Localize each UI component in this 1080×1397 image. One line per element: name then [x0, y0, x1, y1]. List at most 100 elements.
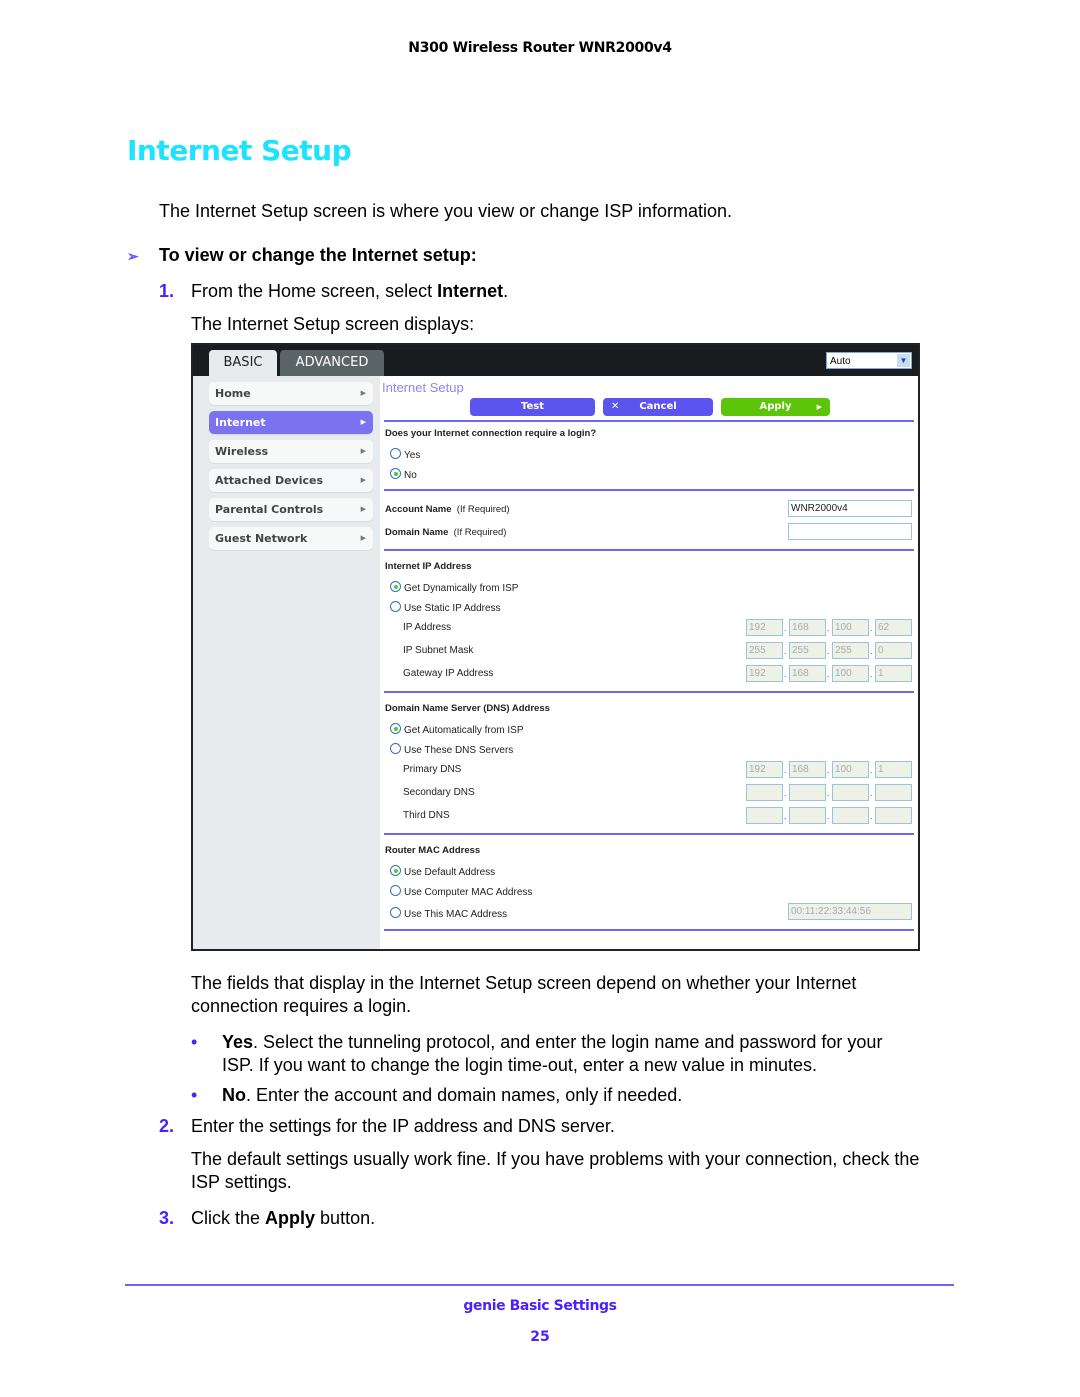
octet-input[interactable]: 192 [746, 665, 783, 682]
divider [384, 489, 914, 491]
step-3: 3. Click the Apply button. [159, 1207, 375, 1230]
octet-input[interactable]: 255 [789, 642, 826, 659]
router-screenshot: BASIC ADVANCED Auto ▼ Home ▶ Internet ▶ Wi… [191, 343, 920, 951]
octet-separator: . [827, 623, 830, 633]
caret-right-icon: ▶ [360, 476, 366, 484]
dns-field-label: Primary DNS [403, 764, 462, 775]
label-text: Account Name [385, 504, 452, 515]
divider [384, 929, 914, 931]
octet-input[interactable]: 168 [789, 619, 826, 636]
octet-separator: . [827, 646, 830, 656]
radio-ip-static[interactable]: Use Static IP Address [390, 601, 501, 614]
radio-selected-icon [390, 723, 401, 734]
tab-basic[interactable]: BASIC [209, 350, 277, 376]
dns-field-label: Secondary DNS [403, 787, 475, 798]
octet-input[interactable] [832, 807, 869, 824]
step-text: Click the [191, 1208, 266, 1228]
router-sidebar: Home ▶ Internet ▶ Wireless ▶ Attached Devic… [193, 376, 379, 949]
language-select[interactable]: Auto ▼ [826, 352, 912, 369]
radio-icon [390, 601, 401, 612]
step-1-note: The Internet Setup screen displays: [191, 314, 475, 334]
step-2-note: The default settings usually work fine. … [191, 1149, 920, 1192]
octet-input[interactable]: 62 [875, 619, 912, 636]
radio-mac-custom[interactable]: Use This MAC Address [390, 907, 507, 920]
octet-separator: . [827, 765, 830, 775]
radio-icon [390, 885, 401, 896]
ip-field-label: Gateway IP Address [403, 668, 494, 679]
step-number: 3. [159, 1208, 175, 1228]
play-arrow-icon: ▶ [816, 403, 822, 411]
octet-input[interactable]: 1 [875, 761, 912, 778]
dns-section-heading: Domain Name Server (DNS) Address [385, 703, 550, 714]
octet-separator: . [784, 623, 787, 633]
domain-name-label: Domain Name (If Required) [385, 527, 506, 538]
step-text: Enter the settings for the IP address an… [191, 1116, 615, 1136]
bullet-text: . Select the tunneling protocol, and ent… [253, 1032, 883, 1052]
octet-input[interactable]: 100 [832, 665, 869, 682]
divider [384, 833, 914, 835]
radio-dns-manual[interactable]: Use These DNS Servers [390, 743, 513, 756]
radio-label: Yes [404, 450, 421, 461]
account-name-input[interactable]: WNR2000v4 [788, 500, 912, 517]
octet-input[interactable]: 168 [789, 761, 826, 778]
radio-dns-auto[interactable]: Get Automatically from ISP [390, 723, 524, 736]
sidebar-item-wireless[interactable]: Wireless ▶ [209, 440, 373, 463]
octet-input[interactable]: 255 [746, 642, 783, 659]
sidebar-item-attached-devices[interactable]: Attached Devices ▶ [209, 469, 373, 492]
octet-input[interactable]: 192 [746, 761, 783, 778]
step-number: 2. [159, 1116, 175, 1136]
octet-input[interactable] [789, 784, 826, 801]
test-button[interactable]: Test [470, 398, 595, 416]
sidebar-item-internet[interactable]: Internet ▶ [209, 411, 373, 434]
octet-input[interactable]: 100 [832, 619, 869, 636]
domain-name-input[interactable] [788, 523, 912, 540]
step-text: From the Home screen, select [191, 281, 438, 301]
octet-input[interactable] [746, 784, 783, 801]
octet-separator: . [784, 669, 787, 679]
apply-label: Apply [759, 401, 792, 412]
label-hint: (If Required) [453, 527, 507, 538]
octet-separator: . [870, 669, 873, 679]
caret-right-icon: ▶ [360, 447, 366, 455]
cancel-button[interactable]: ✕ Cancel [603, 398, 713, 416]
octet-input[interactable] [875, 807, 912, 824]
tab-advanced[interactable]: ADVANCED [280, 350, 384, 376]
step-2: 2. Enter the settings for the IP address … [159, 1115, 615, 1138]
arrow-bullet-icon: ➢ [127, 248, 139, 264]
octet-input[interactable]: 1 [875, 665, 912, 682]
language-select-value: Auto [830, 356, 851, 367]
sidebar-item-label: Attached Devices [215, 474, 324, 487]
radio-ip-dynamic[interactable]: Get Dynamically from ISP [390, 581, 518, 594]
divider [384, 691, 914, 693]
radio-mac-default[interactable]: Use Default Address [390, 865, 495, 878]
bullet-bold: Yes [222, 1032, 254, 1052]
footer-section-name: genie Basic Settings [463, 1298, 617, 1314]
apply-button[interactable]: Apply ▶ [721, 398, 830, 416]
sidebar-item-guest-network[interactable]: Guest Network ▶ [209, 527, 373, 550]
octet-input[interactable]: 168 [789, 665, 826, 682]
octet-input[interactable]: 192 [746, 619, 783, 636]
radio-label: Use These DNS Servers [404, 745, 514, 756]
octet-input[interactable]: 255 [832, 642, 869, 659]
page-number: 25 [530, 1329, 550, 1345]
step-1: 1. From the Home screen, select Internet. [159, 280, 508, 303]
octet-input[interactable] [746, 807, 783, 824]
octet-separator: . [870, 811, 873, 821]
octet-input[interactable] [832, 784, 869, 801]
ip-field-label: IP Address [403, 622, 452, 633]
radio-mac-computer[interactable]: Use Computer MAC Address [390, 885, 532, 898]
radio-label: Get Dynamically from ISP [404, 583, 519, 594]
intro-paragraph: The Internet Setup screen is where you v… [159, 201, 732, 221]
octet-input[interactable]: 100 [832, 761, 869, 778]
octet-input[interactable] [789, 807, 826, 824]
octet-input[interactable] [875, 784, 912, 801]
radio-selected-icon [390, 865, 401, 876]
router-content: Internet Setup Test ✕ Cancel Apply ▶ Does … [380, 376, 918, 949]
radio-login-yes[interactable]: Yes [390, 448, 420, 461]
octet-separator: . [784, 811, 787, 821]
radio-login-no[interactable]: No [390, 468, 417, 481]
mac-address-input[interactable]: 00:11:22:33:44:56 [788, 903, 912, 920]
sidebar-item-parental-controls[interactable]: Parental Controls ▶ [209, 498, 373, 521]
octet-input[interactable]: 0 [875, 642, 912, 659]
sidebar-item-home[interactable]: Home ▶ [209, 382, 373, 405]
